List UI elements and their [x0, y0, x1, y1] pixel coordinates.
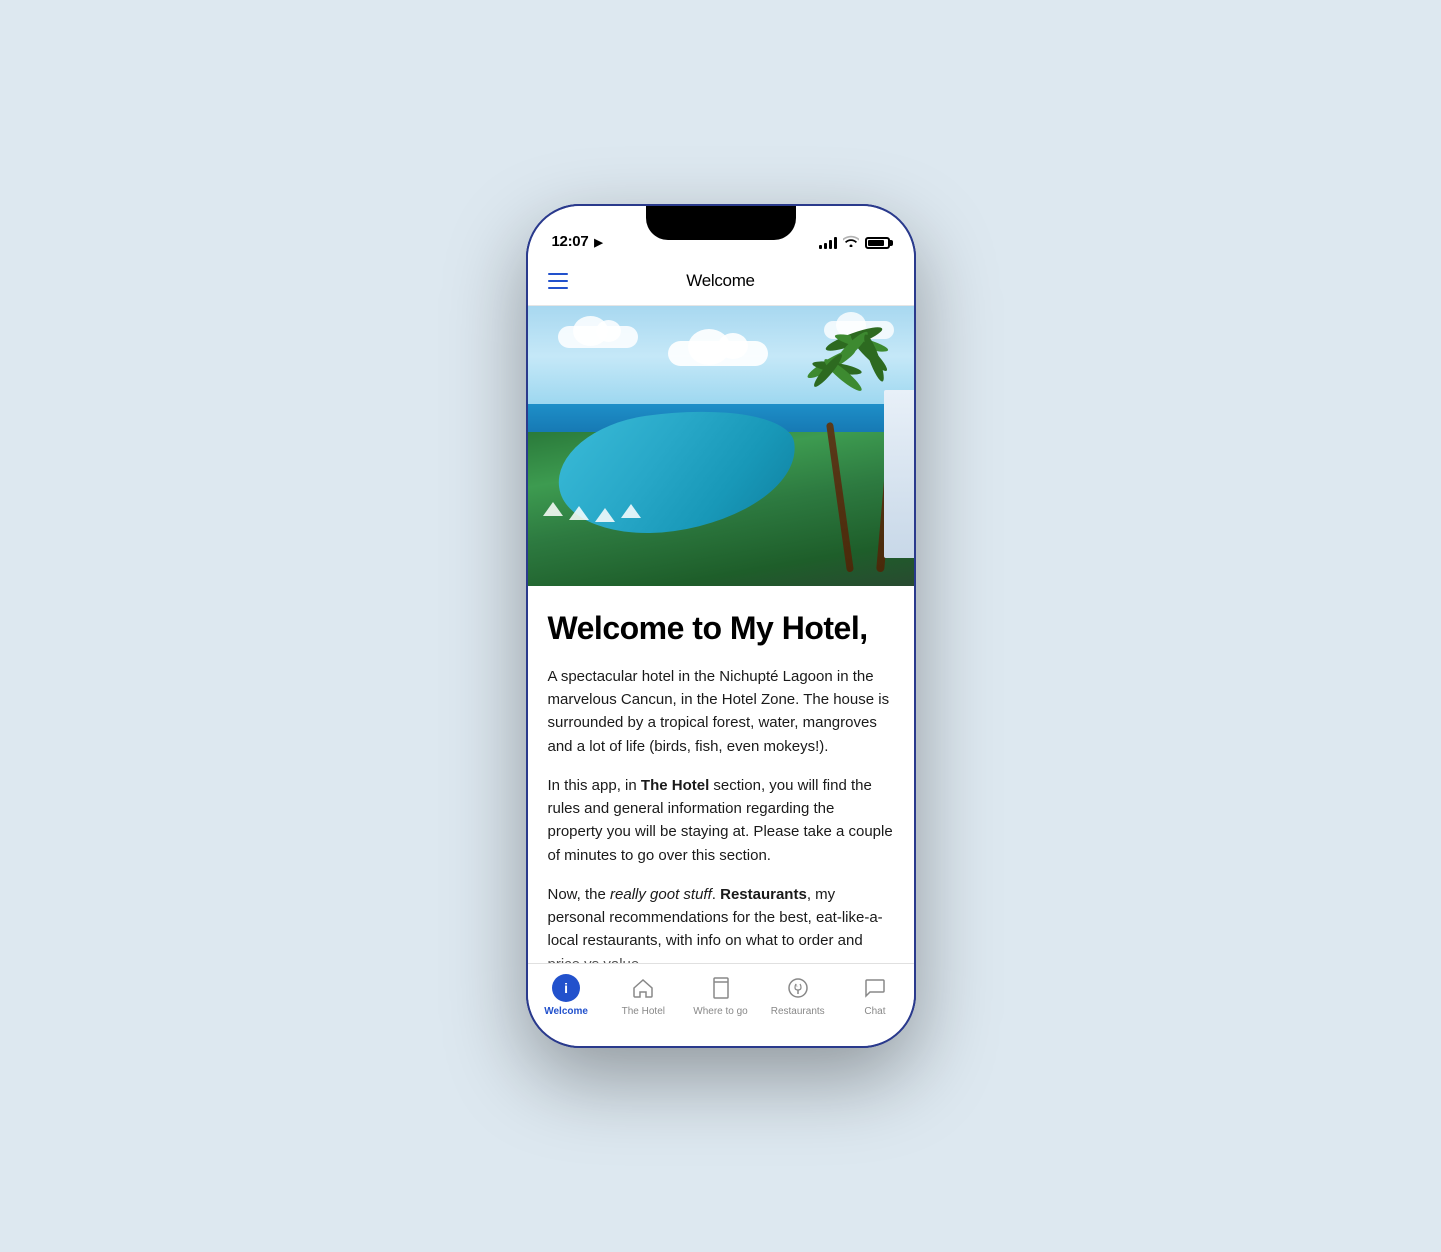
phone-screen: 12:07 ▶ [528, 206, 914, 1046]
tab-restaurants[interactable]: Restaurants [759, 974, 836, 1017]
para-2: In this app, in The Hotel section, you w… [548, 774, 894, 867]
tab-bar: i Welcome The Hotel [528, 963, 914, 1046]
chat-tab-icon [861, 974, 889, 1002]
location-arrow-icon: ▶ [594, 237, 602, 249]
phone-notch [646, 206, 796, 240]
hotel-tab-icon [629, 974, 657, 1002]
signal-icon [819, 237, 837, 249]
para-3: Now, the really goot stuff. Restaurants,… [548, 883, 894, 963]
wifi-icon [843, 235, 859, 250]
tab-where-to-go[interactable]: Where to go [682, 974, 759, 1017]
where-tab-icon [707, 974, 735, 1002]
house-icon [631, 976, 655, 1000]
welcome-tab-icon: i [552, 974, 580, 1002]
welcome-tab-label: Welcome [544, 1006, 588, 1017]
tab-chat[interactable]: Chat [836, 974, 913, 1017]
phone-frame: 12:07 ▶ [526, 204, 916, 1048]
restaurants-tab-icon [784, 974, 812, 1002]
para-1: A spectacular hotel in the Nichupté Lago… [548, 665, 894, 758]
content-area: Welcome to My Hotel, A spectacular hotel… [528, 306, 914, 1046]
status-icons [819, 235, 890, 250]
text-content[interactable]: Welcome to My Hotel, A spectacular hotel… [528, 586, 914, 963]
nav-title: Welcome [686, 271, 754, 291]
where-tab-label: Where to go [693, 1006, 747, 1017]
tab-the-hotel[interactable]: The Hotel [605, 974, 682, 1017]
chat-bubble-icon [863, 976, 887, 1000]
bookmark-icon [709, 976, 733, 1000]
restaurants-tab-label: Restaurants [771, 1006, 825, 1017]
hamburger-button[interactable] [544, 269, 572, 293]
phone-device: 12:07 ▶ [526, 204, 916, 1048]
hotel-tab-label: The Hotel [622, 1006, 665, 1017]
fork-knife-icon [786, 976, 810, 1000]
tab-welcome[interactable]: i Welcome [528, 974, 605, 1017]
hero-image [528, 306, 914, 586]
welcome-title: Welcome to My Hotel, [548, 610, 894, 647]
chat-tab-label: Chat [864, 1006, 885, 1017]
battery-icon [865, 237, 890, 249]
status-time: 12:07 ▶ [552, 233, 603, 250]
nav-bar: Welcome [528, 256, 914, 306]
info-circle-icon: i [552, 974, 580, 1002]
